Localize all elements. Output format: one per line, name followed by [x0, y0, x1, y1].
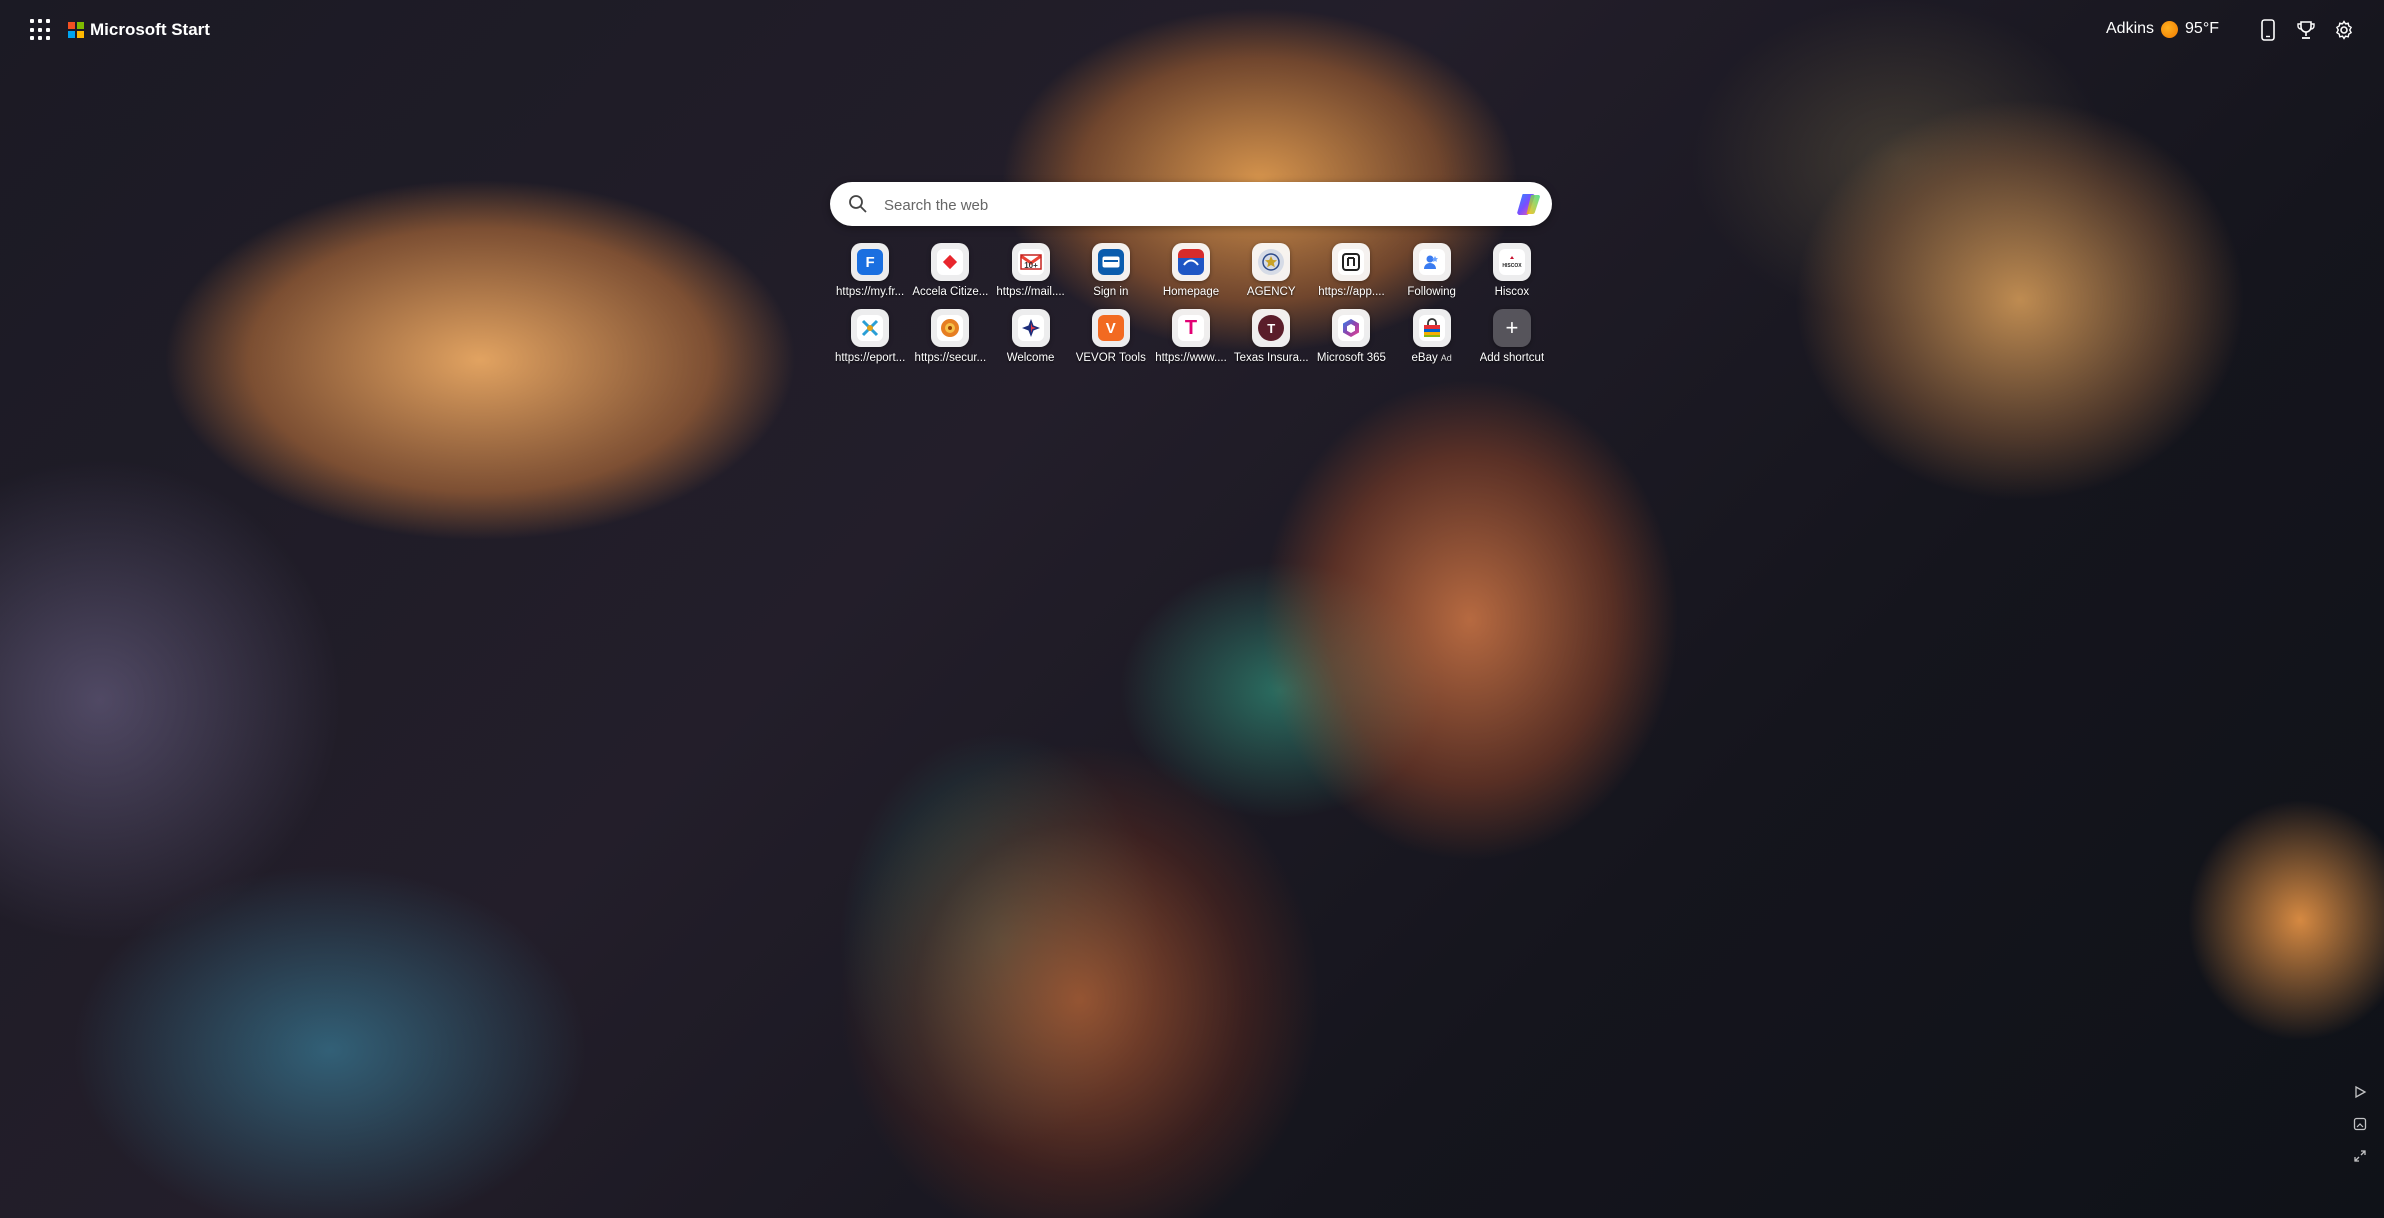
shortcut-label: https://eport...: [834, 352, 906, 364]
app-launcher-icon[interactable]: [30, 19, 52, 41]
phone-icon[interactable]: [2256, 18, 2280, 42]
search-icon: [849, 195, 867, 213]
shortcut-label: Texas Insura...: [1233, 352, 1309, 364]
shortcut-eport[interactable]: https://eport...: [830, 309, 910, 375]
t-mobile-icon: T: [1178, 315, 1204, 341]
shortcut-label: https://my.fr...: [836, 286, 905, 298]
shortcut-label: Following: [1407, 286, 1456, 298]
shortcut-hiscox[interactable]: HISCOX Hiscox: [1472, 243, 1552, 309]
shortcut-secure[interactable]: https://secur...: [910, 309, 990, 375]
plus-icon: +: [1505, 315, 1519, 340]
following-icon: [1418, 249, 1445, 275]
shortcut-agency[interactable]: AGENCY: [1231, 243, 1311, 309]
ebay-label: eBay: [1411, 352, 1438, 364]
shortcut-texas-insurance[interactable]: T Texas Insura...: [1231, 309, 1311, 375]
vevor-icon: V: [1097, 315, 1124, 341]
shortcut-label: Add shortcut: [1479, 352, 1545, 364]
settings-gear-icon[interactable]: [2332, 18, 2356, 42]
shortcuts-row-2: https://eport... https://secur... Welcom…: [830, 309, 1552, 375]
shortcut-label: Microsoft 365: [1316, 352, 1386, 364]
shortcut-label: Hiscox: [1494, 286, 1530, 298]
ebay-bag-icon: [1418, 315, 1445, 341]
shortcut-label: Homepage: [1162, 286, 1220, 298]
shortcut-label: https://mail....: [996, 286, 1065, 298]
ad-badge: Ad: [1440, 353, 1452, 363]
search-input[interactable]: [882, 192, 1486, 218]
hiscox-icon: HISCOX: [1498, 249, 1525, 275]
background-controls: [2350, 1082, 2370, 1166]
shortcut-signin[interactable]: Sign in: [1071, 243, 1151, 309]
shortcut-app[interactable]: https://app....: [1311, 243, 1391, 309]
shortcut-homepage[interactable]: Homepage: [1151, 243, 1231, 309]
accela-icon: [937, 249, 964, 275]
image-info-icon[interactable]: [2350, 1114, 2370, 1134]
shortcuts-row-1: F https://my.fr... Accela Citize... 10+ …: [830, 243, 1552, 309]
search-box[interactable]: [830, 182, 1552, 226]
homepage-icon: [1178, 249, 1204, 275]
weather-widget[interactable]: Adkins 95°F: [2106, 20, 2219, 38]
welcome-star-icon: [1017, 315, 1044, 341]
copilot-icon[interactable]: [1514, 189, 1544, 219]
shortcut-label: https://www....: [1155, 352, 1227, 364]
secure-icon: [937, 315, 964, 341]
play-icon[interactable]: [2350, 1082, 2370, 1102]
shortcut-label: AGENCY: [1246, 286, 1296, 298]
svg-text:HISCOX: HISCOX: [1502, 263, 1522, 269]
shortcut-label: Sign in: [1093, 286, 1129, 298]
brand-name: Microsoft Start: [90, 20, 210, 39]
rewards-trophy-icon[interactable]: [2294, 18, 2318, 42]
add-shortcut-button[interactable]: + Add shortcut: [1472, 309, 1552, 375]
shortcut-myfr[interactable]: F https://my.fr...: [830, 243, 910, 309]
gmail-icon: 10+: [1017, 249, 1044, 275]
shortcut-following[interactable]: Following: [1392, 243, 1472, 309]
shortcut-ebay[interactable]: eBay Ad: [1392, 309, 1472, 375]
expand-icon[interactable]: [2350, 1146, 2370, 1166]
top-bar: Microsoft Start Adkins 95°F: [0, 0, 2384, 60]
shortcut-mail[interactable]: 10+ https://mail....: [990, 243, 1070, 309]
shortcut-label: VEVOR Tools: [1075, 352, 1146, 364]
svg-text:10+: 10+: [1024, 261, 1038, 270]
shortcut-vevor[interactable]: V VEVOR Tools: [1071, 309, 1151, 375]
shortcut-microsoft-365[interactable]: Microsoft 365: [1311, 309, 1391, 375]
shortcut-label: https://secur...: [914, 352, 987, 364]
texas-insurance-icon: T: [1258, 315, 1285, 341]
weather-location: Adkins: [2106, 20, 2155, 37]
shortcut-welcome[interactable]: Welcome: [990, 309, 1070, 375]
sunny-weather-icon: [2161, 20, 2179, 38]
brand-link[interactable]: Microsoft Start: [68, 20, 210, 40]
shortcut-label: eBay Ad: [1412, 352, 1452, 364]
shortcut-label: Accela Citize...: [912, 286, 989, 298]
weather-temperature: 95°F: [2185, 20, 2219, 37]
shortcut-label: Welcome: [1006, 352, 1055, 364]
signin-card-icon: [1097, 249, 1124, 275]
eport-icon: [857, 315, 884, 341]
agency-seal-icon: [1258, 249, 1285, 275]
shortcuts-grid: F https://my.fr... Accela Citize... 10+ …: [830, 243, 1552, 375]
shortcut-label: https://app....: [1318, 286, 1385, 298]
shortcut-accela[interactable]: Accela Citize...: [910, 243, 990, 309]
f-letter-icon: F: [857, 249, 884, 275]
microsoft-logo-icon: [68, 22, 84, 38]
microsoft-365-icon: [1338, 315, 1365, 341]
app-square-icon: [1338, 249, 1365, 275]
shortcut-tmobile[interactable]: T https://www....: [1151, 309, 1231, 375]
